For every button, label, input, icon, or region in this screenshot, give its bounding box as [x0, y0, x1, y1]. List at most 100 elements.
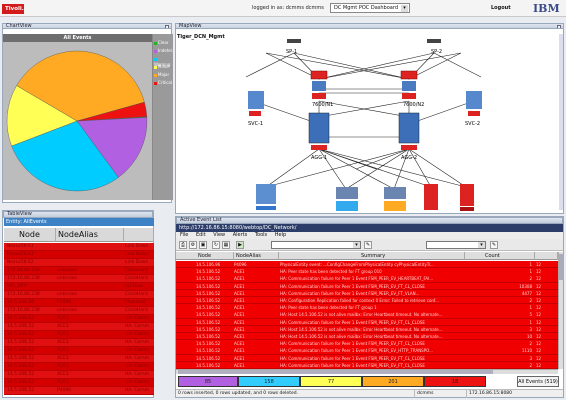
- core1-label: 7600/N1: [312, 102, 333, 108]
- table-row[interactable]: 14.5.106.52 P4096 HA: Comm: [4, 387, 154, 395]
- svc2-node[interactable]: SVC-2: [465, 91, 482, 127]
- table-cell: P4096: [57, 300, 72, 305]
- table-row[interactable]: Nexus5K-S1 Link Down: [4, 243, 154, 251]
- view-edit-icon[interactable]: ✎: [490, 241, 498, 249]
- event-cell: 2: [529, 341, 532, 347]
- event-cell: ACE1: [234, 305, 245, 311]
- event-cell: ACE1: [234, 326, 245, 332]
- ael-col-extra[interactable]: [535, 252, 558, 260]
- event-cell: ACE1: [234, 341, 245, 347]
- event-cell: HA: Communication failure for Peer 1 Eve…: [280, 276, 434, 282]
- sp1-label: SP-1: [286, 49, 297, 55]
- table-row[interactable]: 14.5.106.96 P4096 PhysicalE: [4, 299, 154, 307]
- count-major[interactable]: 201: [362, 376, 424, 387]
- table-row[interactable]: SSL_DEV ssl Flow: [4, 283, 154, 291]
- access-switches[interactable]: [256, 184, 474, 211]
- ael-vertical-scrollbar[interactable]: [558, 252, 564, 369]
- menu-tools[interactable]: Tools: [255, 232, 267, 238]
- sp2-node[interactable]: SP-2: [427, 39, 442, 55]
- dashboard-select[interactable]: DC Mgmt POC Dashboard ▾: [330, 3, 410, 13]
- menu-alerts[interactable]: Alerts: [233, 232, 248, 238]
- event-cell: 14.5.106.52: [196, 341, 221, 347]
- save-icon[interactable]: ▣: [199, 241, 207, 249]
- table-cell: 172.16.86.238: [7, 308, 40, 313]
- print-icon[interactable]: ⎙: [179, 241, 187, 249]
- play-icon[interactable]: ▶: [236, 241, 244, 249]
- table-row[interactable]: Nexus5K-S2 Link Down: [4, 259, 154, 267]
- event-cell: ACE1: [234, 312, 245, 318]
- refresh-icon[interactable]: ↻: [212, 241, 220, 249]
- ael-horizontal-scrollbar[interactable]: [176, 369, 558, 374]
- count-warning[interactable]: 158: [238, 376, 300, 387]
- table-row[interactable]: 14.5.106.52 ACE1 HA: Comm: [4, 315, 154, 323]
- table-cell: HA: Comm: [125, 364, 149, 369]
- event-cell: HA: Peer state has been detected for FT …: [280, 305, 377, 311]
- logout-link[interactable]: Logout: [491, 5, 511, 11]
- ael-col-nodealias[interactable]: NodeAlias: [234, 252, 279, 260]
- table-cell: 14.5.106.52: [7, 372, 35, 377]
- ael-col-node[interactable]: Node: [176, 252, 234, 260]
- count-indeterminate[interactable]: 85: [178, 376, 238, 387]
- table-row[interactable]: 14.5.106.52 ACE1 HA: Comm: [4, 371, 154, 379]
- filter-edit-icon[interactable]: ✎: [364, 241, 372, 249]
- map-scrollbar[interactable]: [559, 34, 563, 210]
- table-row[interactable]: 14.5.106.52 ACE1 HA: Comm: [4, 363, 154, 371]
- table-icon[interactable]: ▦: [222, 241, 230, 249]
- menu-help[interactable]: Help: [275, 232, 286, 238]
- column-header-summary[interactable]: [124, 228, 154, 242]
- filter-icon[interactable]: ⚙: [189, 241, 197, 249]
- event-cell: 14.5.106.52: [196, 305, 221, 311]
- menu-edit[interactable]: Edit: [196, 232, 206, 238]
- column-header-nodealias[interactable]: NodeAlias: [56, 228, 124, 242]
- table-cell: ACE1: [57, 316, 69, 321]
- filter-select[interactable]: ▾: [271, 241, 361, 249]
- table-cell: 14.5.106.52: [7, 348, 35, 353]
- event-cell: 12: [536, 262, 542, 267]
- core2-node[interactable]: 7600/N2: [400, 70, 424, 108]
- pie-chart: [6, 50, 148, 192]
- table-cell: 14.5.106.52: [7, 380, 35, 385]
- severity-counts: 85 158 77 201 18 All Events (519): [178, 376, 561, 388]
- event-cell: HA: Communication failure for Peer 1 Eve…: [280, 355, 425, 361]
- table-row[interactable]: 172.16.86.238 unknown CiscoHard: [4, 275, 154, 283]
- table-row[interactable]: 172.16.86.238 unknown CiscoHard: [4, 307, 154, 315]
- table-row[interactable]: 172.16.86.238 unknown CiscoHard: [4, 291, 154, 299]
- table-cell: Nexus5K-S1: [7, 244, 34, 249]
- legend-swatch: [154, 65, 157, 69]
- table-cell: 14.5.106.52: [7, 316, 35, 321]
- ael-col-summary[interactable]: Summary: [279, 252, 465, 260]
- column-header-node[interactable]: Node: [4, 228, 56, 242]
- count-minor[interactable]: 77: [300, 376, 362, 387]
- table-row[interactable]: 14.5.106.52 ACE1 HA: Comm: [4, 331, 154, 339]
- svc1-node[interactable]: SVC-1: [248, 91, 264, 127]
- legend-item: Critical: [154, 80, 174, 86]
- count-critical[interactable]: 18: [424, 376, 486, 387]
- scroll-thumb[interactable]: [178, 370, 493, 374]
- view-select[interactable]: ▾: [426, 241, 486, 249]
- menu-file[interactable]: File: [180, 232, 188, 238]
- event-cell: 12: [536, 305, 542, 311]
- table-cell: CiscoHard: [125, 276, 148, 281]
- sp1-node[interactable]: SP-1: [286, 39, 301, 55]
- table-cell: Link Down: [125, 244, 149, 249]
- table-cell: Link Down: [125, 252, 149, 257]
- table-cell: CiscoHard: [125, 268, 148, 273]
- menu-view[interactable]: View: [213, 232, 225, 238]
- event-cell: 14.5.106.52: [196, 269, 221, 275]
- table-cell: unknown: [57, 308, 78, 313]
- table-row[interactable]: 14.5.106.52 ACE1 HA: Comm: [4, 347, 154, 355]
- event-cell: 2: [529, 276, 532, 282]
- chart-legend: Clear Indeter. Warning Minor Major Critical: [152, 34, 173, 200]
- legend-swatch: [154, 41, 157, 45]
- ael-col-count[interactable]: Count: [465, 252, 535, 260]
- table-row[interactable]: 14.5.106.52 ACE1 HA: Comm: [4, 379, 154, 387]
- table-row[interactable]: 14.5.106.52 ACE1 HA: Comm: [4, 355, 154, 363]
- all-events-button[interactable]: All Events (519): [517, 376, 559, 387]
- table-cell: 172.16.86.238: [7, 268, 40, 273]
- table-cell: 14.5.106.96: [7, 300, 35, 305]
- scroll-thumb[interactable]: [559, 254, 564, 280]
- table-row[interactable]: 14.5.106.52 ACE1 HA: Comm: [4, 323, 154, 331]
- table-row[interactable]: Nexus5K-S1 Link Down: [4, 251, 154, 259]
- table-row[interactable]: 14.5.106.52 ACE1 HA: Comm: [4, 339, 154, 347]
- table-row[interactable]: 172.16.86.238 unknown CiscoHard: [4, 267, 154, 275]
